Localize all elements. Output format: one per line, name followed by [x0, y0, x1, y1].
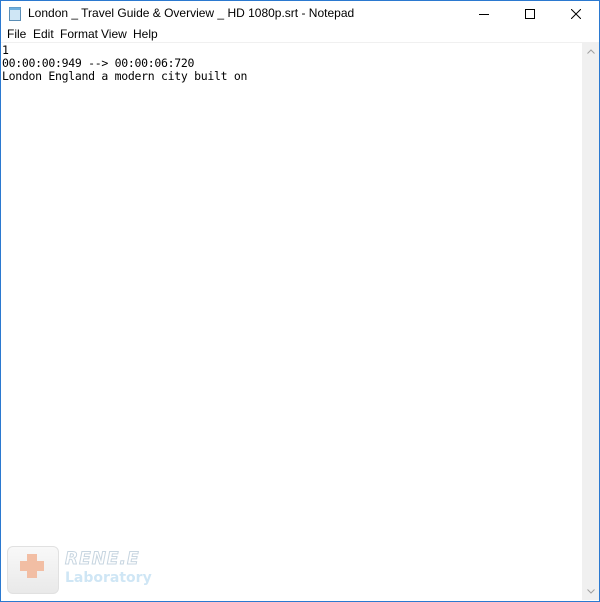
text-line: London England a modern city built on [2, 69, 248, 83]
close-icon [571, 8, 581, 19]
watermark-subtitle: Laboratory [65, 570, 152, 586]
maximize-button[interactable] [507, 1, 553, 26]
chevron-down-icon [586, 589, 595, 594]
maximize-icon [525, 8, 535, 19]
minimize-button[interactable] [461, 1, 507, 26]
watermark-logo: RENE.E Laboratory [7, 546, 157, 596]
menu-file[interactable]: File [7, 27, 26, 41]
text-line: 1 [2, 43, 9, 57]
text-editor[interactable]: 1 00:00:00:949 --> 00:00:06:720 London E… [1, 43, 582, 600]
window-title: London _ Travel Guide & Overview _ HD 10… [28, 6, 355, 20]
close-button[interactable] [553, 1, 599, 26]
medical-key-icon [7, 546, 59, 594]
menu-view[interactable]: View [101, 27, 127, 41]
vertical-scrollbar[interactable] [582, 43, 599, 600]
menu-edit[interactable]: Edit [33, 27, 54, 41]
scroll-down-button[interactable] [582, 583, 599, 600]
watermark-brand: RENE.E [65, 549, 140, 570]
text-line: 00:00:00:949 --> 00:00:06:720 [2, 56, 195, 70]
menu-format[interactable]: Format [60, 27, 98, 41]
menu-bar: File Edit Format View Help [1, 26, 599, 43]
minimize-icon [479, 13, 489, 15]
menu-help[interactable]: Help [133, 27, 158, 41]
title-bar[interactable]: London _ Travel Guide & Overview _ HD 10… [1, 1, 599, 26]
scroll-up-button[interactable] [582, 43, 599, 60]
notepad-window: London _ Travel Guide & Overview _ HD 10… [0, 0, 600, 602]
chevron-up-icon [586, 49, 595, 54]
notepad-app-icon [9, 7, 21, 21]
